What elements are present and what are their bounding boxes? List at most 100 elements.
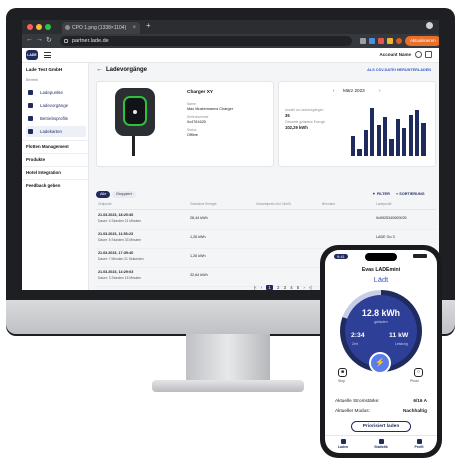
nav-label: Profil bbox=[414, 445, 424, 449]
sidebar-item-betriebsprofile[interactable]: Betriebsprofile bbox=[26, 113, 86, 124]
extension-icon[interactable] bbox=[369, 38, 375, 44]
chart-bar bbox=[395, 118, 400, 156]
minimize-window-icon[interactable] bbox=[36, 24, 42, 30]
sidebar-item-label: Ladevorgänge bbox=[40, 103, 69, 108]
charging-state: Lädt bbox=[373, 275, 389, 284]
signal-battery-icon bbox=[413, 254, 427, 258]
chip-all[interactable]: Alle bbox=[96, 191, 111, 198]
maximize-window-icon[interactable] bbox=[45, 24, 51, 30]
page-number[interactable]: 4 bbox=[290, 285, 292, 290]
next-month-icon[interactable]: › bbox=[379, 88, 381, 93]
address-bar[interactable]: partner.lade.de bbox=[60, 36, 352, 46]
profile-icon[interactable] bbox=[396, 38, 402, 44]
list-icon bbox=[28, 103, 33, 108]
logout-icon[interactable] bbox=[425, 51, 432, 58]
sort-button[interactable]: ≡ SORTIERUNG bbox=[396, 192, 425, 196]
page-number[interactable]: 5 bbox=[297, 285, 299, 290]
device-title: Evas LADEmini bbox=[361, 267, 401, 273]
mode-label: Aktueller Modus: bbox=[335, 408, 370, 413]
energy-charged-label: geladen bbox=[374, 320, 388, 324]
mode-value[interactable]: Nachhaltig bbox=[403, 408, 427, 413]
nav-statistik[interactable]: Statistik bbox=[369, 439, 393, 449]
filter-button[interactable]: ▼ FILTER bbox=[372, 192, 390, 196]
stop-icon[interactable]: ■ bbox=[338, 368, 347, 377]
last-page-icon[interactable]: ›| bbox=[309, 285, 312, 290]
row-date: 21.03.2023, 11:53:23 bbox=[98, 232, 134, 236]
update-button[interactable]: Aktualisieren bbox=[405, 36, 439, 46]
sidebar: Lade Test GmbH Betrieb Ladepunkte Ladevo… bbox=[22, 63, 89, 290]
back-icon[interactable]: ← bbox=[26, 36, 33, 43]
window-menu-icon[interactable] bbox=[426, 22, 433, 29]
tab-close-icon[interactable]: × bbox=[132, 22, 136, 34]
sidebar-item-label: Ladepunkte bbox=[40, 90, 63, 95]
csv-download-link[interactable]: ALS CSV-DATEI HERUNTERLADEN bbox=[367, 68, 431, 72]
charger-name: Charger XY bbox=[187, 90, 214, 95]
extension-icon[interactable] bbox=[378, 38, 384, 44]
charger-led bbox=[133, 110, 137, 114]
charger-field-label: Status bbox=[187, 128, 197, 132]
sidebar-group-feedback[interactable]: Feedback geben bbox=[26, 183, 60, 188]
row-energy: 1,26 kWh bbox=[190, 254, 206, 258]
next-page-icon[interactable]: › bbox=[303, 285, 304, 290]
chart-bar bbox=[376, 125, 381, 156]
sidebar-group-produkte[interactable]: Produkte bbox=[26, 157, 45, 162]
chip-grouped[interactable]: Gruppiert bbox=[112, 191, 136, 198]
sidebar-item-ladekarten[interactable]: Ladekarten bbox=[26, 126, 86, 137]
phone-screen: 9:41 Evas LADEmini Lädt 12.8 kWh geladen… bbox=[325, 250, 437, 453]
divider bbox=[22, 153, 88, 154]
row-energy: 32,64 kWh bbox=[190, 273, 208, 277]
row-charge-point: LADE Go 3 bbox=[376, 235, 395, 239]
table-row[interactable]: 21.03.2023, 18:20:36 Dauer: 4 Stunden 21… bbox=[96, 210, 436, 230]
stats-card: Anzahl an Ladevorgängen 35 Gesamte gelad… bbox=[278, 81, 436, 167]
extension-icon[interactable] bbox=[387, 38, 393, 44]
chart-bar bbox=[383, 116, 388, 156]
menu-icon[interactable] bbox=[44, 52, 51, 58]
chart-bar bbox=[363, 129, 368, 156]
chart-bar bbox=[351, 136, 356, 156]
phone-time: 9:41 bbox=[334, 254, 348, 259]
prev-month-icon[interactable]: ‹ bbox=[333, 88, 335, 93]
monitor-stand-foot bbox=[152, 380, 304, 392]
profile-icon bbox=[416, 439, 422, 444]
nav-laden[interactable]: Laden bbox=[331, 439, 355, 449]
chart-bar bbox=[357, 149, 362, 156]
reload-icon[interactable]: ↻ bbox=[46, 36, 52, 44]
charger-field-label: Seriennummer bbox=[187, 115, 209, 119]
dynamic-island bbox=[365, 253, 397, 261]
sidebar-item-ladevorgaenge[interactable]: Ladevorgänge bbox=[26, 100, 86, 111]
count-label: Anzahl an Ladevorgängen bbox=[285, 108, 324, 112]
first-page-icon[interactable]: |‹ bbox=[254, 285, 257, 290]
extension-icon[interactable] bbox=[360, 38, 366, 44]
row-date: 21.03.2023, 14:29:03 bbox=[98, 270, 134, 274]
chart-bar bbox=[421, 123, 426, 156]
close-window-icon[interactable] bbox=[27, 24, 33, 30]
back-arrow-icon[interactable]: ← bbox=[96, 66, 103, 73]
account-name[interactable]: Account Name bbox=[379, 52, 411, 57]
page-number[interactable]: 3 bbox=[284, 285, 286, 290]
priority-charge-button[interactable]: Priorisiert laden bbox=[351, 421, 411, 432]
filter-label: FILTER bbox=[376, 192, 390, 196]
plug-icon[interactable]: ⚡ bbox=[369, 352, 391, 374]
camera-icon[interactable]: ○ bbox=[414, 368, 423, 377]
lade-logo[interactable]: LADE bbox=[26, 50, 38, 60]
browser-tab[interactable]: CPO 1.png (1338×1104) × bbox=[62, 22, 140, 34]
sidebar-group-hotel[interactable]: Hotel Integration bbox=[26, 170, 61, 175]
row-charge-point: 0x5925340000025 bbox=[376, 216, 407, 220]
sidebar-section-label: Betrieb bbox=[26, 78, 39, 82]
sidebar-group-flotten[interactable]: Flotten Management bbox=[26, 144, 69, 149]
month-label: März 2023 bbox=[343, 88, 365, 93]
charger-image bbox=[115, 88, 155, 136]
user-icon[interactable] bbox=[415, 51, 422, 58]
column-header: Geladene Energie bbox=[190, 202, 217, 206]
prev-page-icon[interactable]: ‹ bbox=[261, 285, 262, 290]
page-number[interactable]: 1 bbox=[266, 285, 273, 290]
nav-profil[interactable]: Profil bbox=[407, 439, 431, 449]
current-value: 6/16 A bbox=[413, 398, 427, 403]
page-number[interactable]: 2 bbox=[277, 285, 279, 290]
charger-face bbox=[123, 96, 147, 126]
column-header: Zeitpunkt bbox=[98, 202, 112, 206]
new-tab-icon[interactable]: + bbox=[146, 21, 151, 30]
forward-icon[interactable]: → bbox=[36, 36, 43, 43]
sidebar-item-ladepunkte[interactable]: Ladepunkte bbox=[26, 87, 86, 98]
tab-title: CPO 1.png (1338×1104) bbox=[72, 25, 127, 31]
